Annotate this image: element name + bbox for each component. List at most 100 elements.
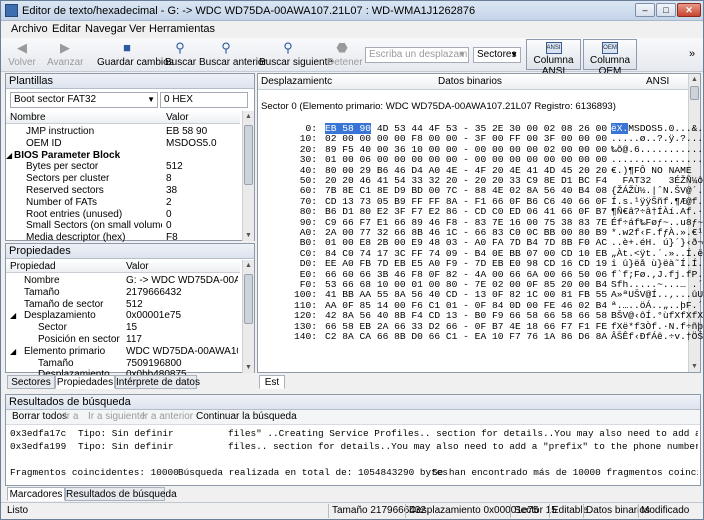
- save-button[interactable]: ■ Guardar cambios: [97, 39, 174, 71]
- hex-row-ansi[interactable]: .....ø..?.ÿ.?...: [611, 133, 703, 144]
- search-previous-button[interactable]: ⚲ Buscar anterior: [199, 39, 267, 71]
- clear-all-button[interactable]: Borrar todos: [12, 410, 67, 424]
- hex-row-ansi[interactable]: FAT32 3ÉŽÑ¼ô: [611, 175, 704, 186]
- scroll-thumb[interactable]: [244, 125, 253, 185]
- goto-prev-button[interactable]: Ir a anterior: [142, 410, 193, 424]
- hex-row-bytes[interactable]: B6 D1 80 E2 3F F7 E2 86 - CD C0 ED 06 41…: [325, 206, 607, 217]
- hex-row-ansi[interactable]: ..è+.éH. ú}´}‹ð¬: [611, 237, 703, 248]
- property-row[interactable]: Posición en sector 117: [6, 334, 240, 346]
- toolbar-overflow-button[interactable]: »: [689, 48, 695, 60]
- property-row[interactable]: ◢ Desplazamiento 0x00001e75: [6, 310, 240, 322]
- stop-button[interactable]: ⬣ Detener: [327, 39, 363, 71]
- template-row[interactable]: ◢ BIOS Parameter Block: [6, 150, 240, 162]
- properties-scrollbar[interactable]: ▲ ▼: [242, 260, 254, 373]
- template-row[interactable]: Root entries (unused) 0: [6, 209, 240, 221]
- scroll-up-icon[interactable]: ▲: [243, 111, 254, 122]
- template-select[interactable]: Boot sector FAT32 ▼: [10, 92, 158, 108]
- hex-row-ansi[interactable]: Éf÷áf‰Føƒ~..u8ƒ~: [611, 217, 703, 228]
- hex-row-ansi[interactable]: €.)¶FÔ NO NAME: [611, 165, 703, 176]
- property-row[interactable]: Sector 15: [6, 322, 240, 334]
- hex-row-bytes[interactable]: 66 60 66 3B 46 F8 0F 82 - 4A 00 66 6A 00…: [325, 269, 607, 280]
- offset-input[interactable]: Escriba un desplazamiento▼: [365, 47, 469, 63]
- property-row[interactable]: ◢ Elemento primario WDC WD75DA-00AWA107.21…: [6, 346, 240, 358]
- template-row[interactable]: Number of FATs 2: [6, 197, 240, 209]
- search-next-button[interactable]: ⚲ Buscar siguiente: [259, 39, 333, 71]
- maximize-button[interactable]: □: [656, 3, 676, 17]
- hex-row-ansi[interactable]: Sfh.....~...… .´: [611, 279, 703, 290]
- tab-marcadores[interactable]: Marcadores: [7, 487, 65, 501]
- oem-column-button[interactable]: OEM Columna OEM: [583, 39, 637, 77]
- menu-editar[interactable]: Editar: [52, 23, 81, 35]
- menu-herramientas[interactable]: Herramientas: [149, 23, 215, 35]
- hex-row-bytes[interactable]: EB 58 90 4D 53 44 4F 53 - 35 2E 30 00 02…: [325, 123, 607, 134]
- hex-row-ansi[interactable]: „Àt.<ÿt.´.»..Í.ë: [611, 248, 703, 259]
- hex-row-bytes[interactable]: AA 0F 85 14 00 F6 C1 01 - 0F 84 0D 00 FE…: [325, 300, 607, 311]
- hex-row-ansi[interactable]: f`f;Fø.‚J.fj.fP.: [611, 269, 703, 280]
- template-row[interactable]: Small Sectors (on small volumes) 0: [6, 220, 240, 232]
- hex-row-ansi[interactable]: fXë*f3Òf.·N.f÷ñþ: [611, 321, 703, 332]
- search-button[interactable]: ⚲ Buscar: [165, 39, 196, 71]
- hex-row-ansi[interactable]: ª.…..öÁ..„..þF.´: [611, 300, 703, 311]
- hex-row-bytes[interactable]: 01 00 E8 2B 00 E9 48 03 - A0 FA 7D B4 7D…: [325, 237, 607, 248]
- scroll-down-icon[interactable]: ▼: [243, 230, 254, 241]
- hex-row-bytes[interactable]: 01 00 06 00 00 00 00 00 - 00 00 00 00 00…: [325, 154, 607, 165]
- menu-ver[interactable]: Ver: [129, 23, 146, 35]
- hex-row-bytes[interactable]: 41 BB AA 55 8A 56 40 CD - 13 0F 82 1C 00…: [325, 289, 607, 300]
- hex-row-bytes[interactable]: C9 66 F7 E1 66 89 46 F8 - 83 7E 16 00 75…: [325, 217, 607, 228]
- tab-interprete[interactable]: Intérprete de datos: [115, 375, 200, 389]
- scroll-thumb[interactable]: [690, 86, 699, 100]
- continue-search-button[interactable]: Continuar la búsqueda: [196, 410, 297, 424]
- unit-select[interactable]: Sectores ▼: [473, 47, 521, 63]
- hex-row-bytes[interactable]: 2A 00 77 32 66 8B 46 1C - 66 83 C0 0C BB…: [325, 227, 607, 238]
- property-row[interactable]: Nombre G: -> WDC WD75DA-00AWA107.21...: [6, 275, 240, 287]
- tab-propiedades[interactable]: Propiedades: [55, 375, 115, 389]
- hex-row-ansi[interactable]: ÂŠÊf‹ÐfÁê.÷v.†ÖŠ: [611, 331, 703, 342]
- hex-row-bytes[interactable]: 53 66 68 10 00 01 00 80 - 7E 02 00 0F 85…: [325, 279, 607, 290]
- expand-icon[interactable]: ◢: [6, 150, 12, 162]
- hex-row-ansi[interactable]: *.w2f‹F.fƒÀ.».€¹: [611, 227, 703, 238]
- hex-row-ansi[interactable]: î û}ëå ù}ëà˜Í.Í.: [611, 258, 703, 269]
- hex-row-bytes[interactable]: 66 58 EB 2A 66 33 D2 66 - 0F B7 4E 18 66…: [325, 321, 607, 332]
- template-row[interactable]: Bytes per sector 512: [6, 161, 240, 173]
- hex-row-bytes[interactable]: 42 8A 56 40 8B F4 CD 13 - B0 F9 66 58 66…: [325, 310, 607, 321]
- scroll-up-icon[interactable]: ▲: [243, 260, 254, 271]
- template-offset-field[interactable]: 0 HEX: [160, 92, 248, 108]
- property-row[interactable]: Tamaño de sector 512: [6, 299, 240, 311]
- property-row[interactable]: Tamaño 7509196800: [6, 358, 240, 370]
- template-row[interactable]: OEM ID MSDOS5.0: [6, 138, 240, 150]
- scroll-thumb[interactable]: [244, 274, 253, 324]
- template-row[interactable]: Reserved sectors 38: [6, 185, 240, 197]
- hex-row-bytes[interactable]: 84 C0 74 17 3C FF 74 09 - B4 0E BB 07 00…: [325, 248, 607, 259]
- hex-row-bytes[interactable]: 02 00 00 00 00 F8 00 00 - 3F 00 FF 00 3F…: [325, 133, 607, 144]
- close-button[interactable]: ✕: [677, 3, 701, 17]
- templates-scrollbar[interactable]: ▲ ▼: [242, 111, 254, 241]
- hex-row-ansi[interactable]: BŠV@‹ôÍ.°ùfXfXfX: [611, 310, 703, 321]
- hex-row-bytes[interactable]: 20 20 46 41 54 33 32 20 - 20 20 33 C9 8E…: [325, 175, 607, 186]
- template-row[interactable]: JMP instruction EB 58 90: [6, 126, 240, 138]
- scroll-down-icon[interactable]: ▼: [689, 361, 700, 372]
- expand-icon[interactable]: ◢: [10, 346, 16, 358]
- selected-ansi[interactable]: ëX.: [611, 123, 629, 134]
- property-row[interactable]: Tamaño 2179666432: [6, 287, 240, 299]
- goto-next-button[interactable]: Ir a siguiente: [88, 410, 145, 424]
- hex-row-ansi[interactable]: Í.s.¹ÿÿŠñf.¶Æ@f.: [611, 196, 703, 207]
- hex-row-ansi[interactable]: ................: [611, 154, 703, 165]
- back-button[interactable]: ◀ Volver: [7, 39, 37, 71]
- ansi-column-button[interactable]: ANSI Columna ANSI: [526, 39, 581, 77]
- hex-row-bytes[interactable]: 7B 8E C1 8E D9 BD 00 7C - 88 4E 02 8A 56…: [325, 185, 607, 196]
- hex-row-bytes[interactable]: 89 F5 40 00 36 10 00 00 - 00 00 00 00 02…: [325, 144, 607, 155]
- selected-bytes[interactable]: EB 58 90: [325, 123, 372, 134]
- minimize-button[interactable]: –: [635, 3, 655, 17]
- hex-row-bytes[interactable]: C2 8A CA 66 8B D0 66 C1 - EA 10 F7 76 1A…: [325, 331, 607, 342]
- forward-button[interactable]: ▶ Avanzar: [47, 39, 84, 71]
- template-row[interactable]: Sectors per cluster 8: [6, 173, 240, 185]
- tab-sectores[interactable]: Sectores: [7, 375, 55, 389]
- goto-button[interactable]: Ir a: [64, 410, 78, 424]
- menu-navegar[interactable]: Navegar: [85, 23, 127, 35]
- tab-resultados-busqueda[interactable]: Resultados de búsqueda: [65, 487, 177, 501]
- hex-row-ansi[interactable]: ¶Ñ€â?÷â†ÍÀí.Af.·: [611, 206, 703, 217]
- menu-archivo[interactable]: Archivo: [11, 23, 48, 35]
- scroll-up-icon[interactable]: ▲: [689, 74, 700, 85]
- hex-row-ansi[interactable]: ‰õ@.6...........: [611, 144, 703, 155]
- hex-row-ansi[interactable]: ëX.MSDOS5.0...&.: [611, 123, 703, 134]
